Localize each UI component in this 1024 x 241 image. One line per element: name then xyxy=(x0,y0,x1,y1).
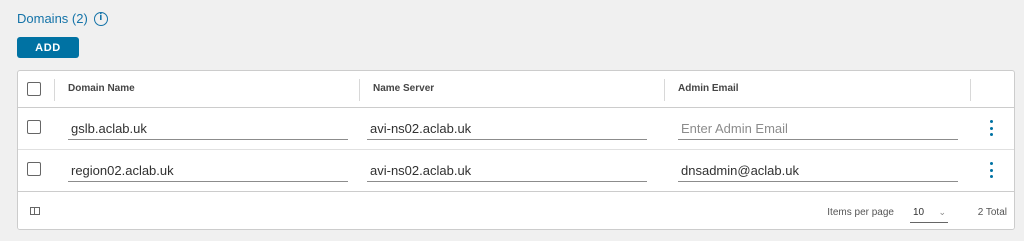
total-count: 2 Total xyxy=(977,207,1007,218)
items-per-page-label: Items per page xyxy=(827,207,894,218)
select-all-checkbox[interactable] xyxy=(27,82,41,96)
add-button[interactable]: ADD xyxy=(17,37,79,58)
table-row: gslb.aclab.uk avi-ns02.aclab.uk Enter Ad… xyxy=(18,108,1014,150)
table-header: Domain Name Name Server Admin Email xyxy=(18,71,1014,108)
column-separator xyxy=(54,79,55,101)
items-per-page-select[interactable]: 10 ⌄ xyxy=(910,205,948,223)
admin-email-field[interactable]: Enter Admin Email xyxy=(678,116,958,140)
column-separator xyxy=(970,79,971,101)
admin-email-field[interactable]: dnsadmin@aclab.uk xyxy=(678,158,958,182)
domain-name-field[interactable]: gslb.aclab.uk xyxy=(68,116,348,140)
info-icon[interactable]: i xyxy=(93,11,108,26)
column-separator[interactable] xyxy=(359,79,360,101)
column-header-admin-email[interactable]: Admin Email xyxy=(678,83,739,94)
domains-section-title: Domains (2) i xyxy=(17,11,108,26)
table-row: region02.aclab.uk avi-ns02.aclab.uk dnsa… xyxy=(18,150,1014,192)
row-actions-kebab-icon[interactable] xyxy=(988,120,994,136)
row-actions-kebab-icon[interactable] xyxy=(988,162,994,178)
domains-datagrid: Domain Name Name Server Admin Email gslb… xyxy=(17,70,1015,230)
name-server-field[interactable]: avi-ns02.aclab.uk xyxy=(367,116,647,140)
name-server-field[interactable]: avi-ns02.aclab.uk xyxy=(367,158,647,182)
items-per-page-value: 10 xyxy=(913,207,925,218)
table-footer: Items per page 10 ⌄ 2 Total xyxy=(18,193,1014,229)
column-separator[interactable] xyxy=(664,79,665,101)
chevron-down-icon: ⌄ xyxy=(938,208,946,218)
row-select-checkbox[interactable] xyxy=(27,120,41,134)
section-title-text: Domains (2) xyxy=(17,11,88,26)
column-header-name-server[interactable]: Name Server xyxy=(373,83,434,94)
column-toggle-icon[interactable] xyxy=(30,207,40,215)
row-select-checkbox[interactable] xyxy=(27,162,41,176)
column-header-domain-name[interactable]: Domain Name xyxy=(68,83,135,94)
domain-name-field[interactable]: region02.aclab.uk xyxy=(68,158,348,182)
